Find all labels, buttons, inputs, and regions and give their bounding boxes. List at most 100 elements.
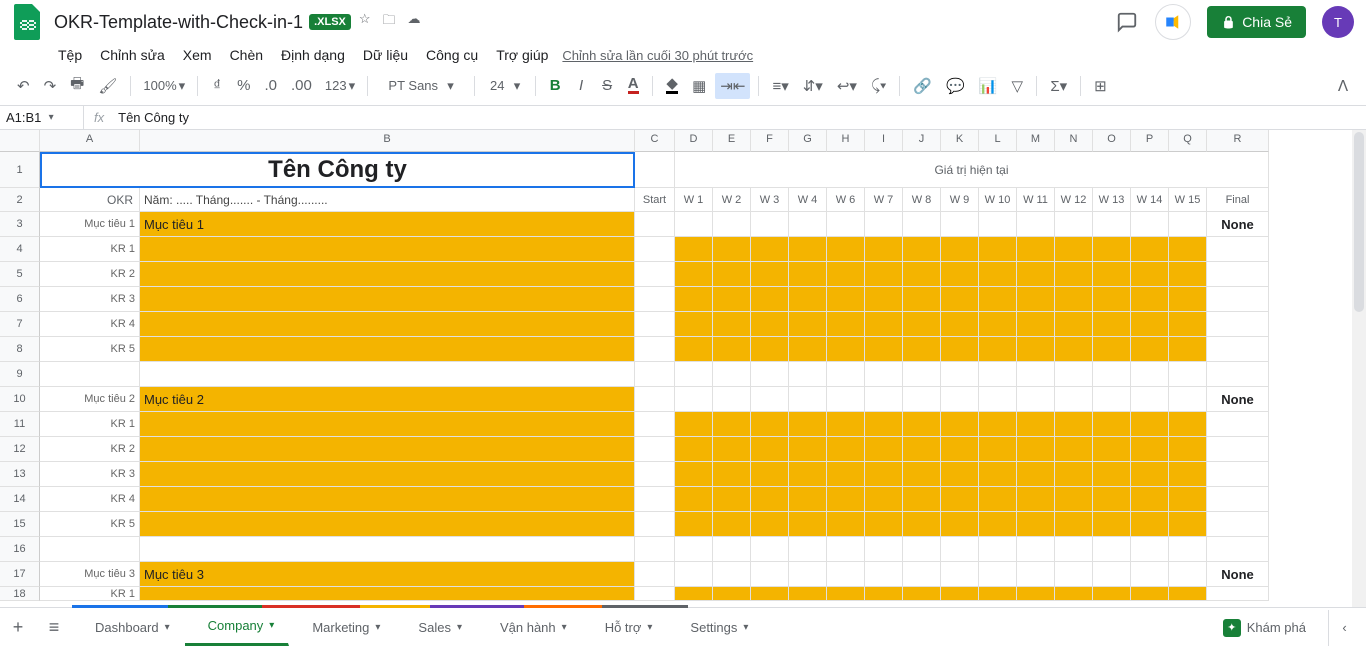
cell[interactable] — [865, 587, 903, 601]
cell[interactable] — [1131, 287, 1169, 312]
cell[interactable] — [941, 262, 979, 287]
cell[interactable] — [979, 212, 1017, 237]
cell[interactable] — [140, 362, 635, 387]
col-header[interactable]: C — [635, 130, 675, 152]
cell[interactable] — [1169, 537, 1207, 562]
kr-label[interactable]: KR 5 — [40, 512, 140, 537]
cell[interactable] — [1017, 312, 1055, 337]
row-header[interactable]: 17 — [0, 562, 40, 587]
cell[interactable] — [1055, 362, 1093, 387]
cell[interactable] — [1017, 237, 1055, 262]
cell[interactable] — [865, 337, 903, 362]
cell[interactable] — [1131, 587, 1169, 601]
functions-icon[interactable]: Σ▾ — [1045, 73, 1072, 99]
row-header[interactable]: 1 — [0, 152, 40, 188]
tab-sales[interactable]: Sales▾ — [395, 608, 477, 646]
cell[interactable] — [1093, 487, 1131, 512]
paint-format-icon[interactable]: 🖌 — [93, 73, 122, 99]
week-header[interactable]: W 15 — [1169, 188, 1207, 212]
cell[interactable] — [827, 562, 865, 587]
cell[interactable] — [903, 412, 941, 437]
cell[interactable] — [1169, 262, 1207, 287]
cell[interactable] — [713, 212, 751, 237]
cell[interactable] — [635, 462, 675, 487]
cell[interactable] — [140, 262, 635, 287]
cell[interactable] — [713, 237, 751, 262]
row-header[interactable]: 9 — [0, 362, 40, 387]
cell[interactable] — [1055, 487, 1093, 512]
cell[interactable] — [1169, 212, 1207, 237]
cell[interactable] — [1093, 437, 1131, 462]
cell[interactable] — [751, 312, 789, 337]
muctieu-label[interactable]: Mục tiêu 2 — [40, 387, 140, 412]
vertical-scrollbar[interactable] — [1352, 130, 1366, 620]
cell[interactable] — [789, 337, 827, 362]
cell[interactable] — [1093, 337, 1131, 362]
cell[interactable] — [827, 287, 865, 312]
cell[interactable] — [140, 412, 635, 437]
percent-icon[interactable]: % — [232, 73, 255, 99]
cell[interactable] — [1055, 587, 1093, 601]
cell[interactable] — [635, 512, 675, 537]
cell[interactable] — [903, 487, 941, 512]
cell[interactable] — [1055, 312, 1093, 337]
cell[interactable] — [1131, 212, 1169, 237]
col-header[interactable]: L — [979, 130, 1017, 152]
cell[interactable] — [675, 412, 713, 437]
cell[interactable] — [903, 262, 941, 287]
cell[interactable] — [1055, 512, 1093, 537]
last-edit-link[interactable]: Chỉnh sửa lần cuối 30 phút trước — [562, 48, 753, 63]
add-sheet-icon[interactable]: + — [0, 610, 36, 646]
col-header[interactable]: N — [1055, 130, 1093, 152]
cell[interactable] — [635, 287, 675, 312]
col-header[interactable]: H — [827, 130, 865, 152]
cell[interactable] — [1207, 362, 1269, 387]
cell[interactable] — [635, 487, 675, 512]
cell[interactable] — [713, 287, 751, 312]
cell[interactable] — [140, 312, 635, 337]
cell[interactable] — [635, 152, 675, 188]
tab-vanhanh[interactable]: Vận hành▾ — [477, 608, 582, 646]
cell[interactable] — [865, 387, 903, 412]
cell[interactable] — [979, 387, 1017, 412]
bold-icon[interactable]: B — [544, 73, 566, 99]
cell[interactable] — [903, 462, 941, 487]
v-align-icon[interactable]: ⇵▾ — [798, 73, 828, 99]
cell[interactable] — [789, 212, 827, 237]
menu-format[interactable]: Định dạng — [277, 45, 349, 65]
row-header[interactable]: 11 — [0, 412, 40, 437]
currency-icon[interactable]: ₫ — [206, 73, 228, 99]
cell[interactable] — [675, 437, 713, 462]
cell[interactable] — [979, 562, 1017, 587]
move-icon[interactable]: 🗀 — [383, 11, 396, 33]
cell[interactable] — [941, 212, 979, 237]
cell[interactable] — [1207, 437, 1269, 462]
cell[interactable] — [789, 287, 827, 312]
col-header[interactable]: P — [1131, 130, 1169, 152]
cell[interactable] — [1017, 487, 1055, 512]
cell[interactable] — [827, 312, 865, 337]
cell[interactable] — [751, 437, 789, 462]
week-header[interactable]: W 9 — [941, 188, 979, 212]
cell[interactable] — [789, 262, 827, 287]
kr-label[interactable]: KR 1 — [40, 237, 140, 262]
cell[interactable] — [1131, 237, 1169, 262]
row-header[interactable]: 4 — [0, 237, 40, 262]
cell[interactable] — [1169, 337, 1207, 362]
cell[interactable] — [635, 237, 675, 262]
cell[interactable] — [827, 437, 865, 462]
cell[interactable] — [903, 387, 941, 412]
col-header[interactable]: I — [865, 130, 903, 152]
font-select[interactable]: PT Sans ▾ — [376, 73, 466, 99]
cell[interactable] — [941, 462, 979, 487]
cell[interactable] — [1055, 237, 1093, 262]
cell[interactable] — [789, 362, 827, 387]
cell[interactable] — [979, 287, 1017, 312]
cell[interactable] — [865, 487, 903, 512]
star-icon[interactable]: ☆ — [359, 11, 371, 33]
row-header[interactable]: 2 — [0, 188, 40, 212]
cell[interactable] — [1093, 537, 1131, 562]
cell[interactable] — [1055, 387, 1093, 412]
final-cell[interactable]: None — [1207, 562, 1269, 587]
cell[interactable] — [751, 587, 789, 601]
